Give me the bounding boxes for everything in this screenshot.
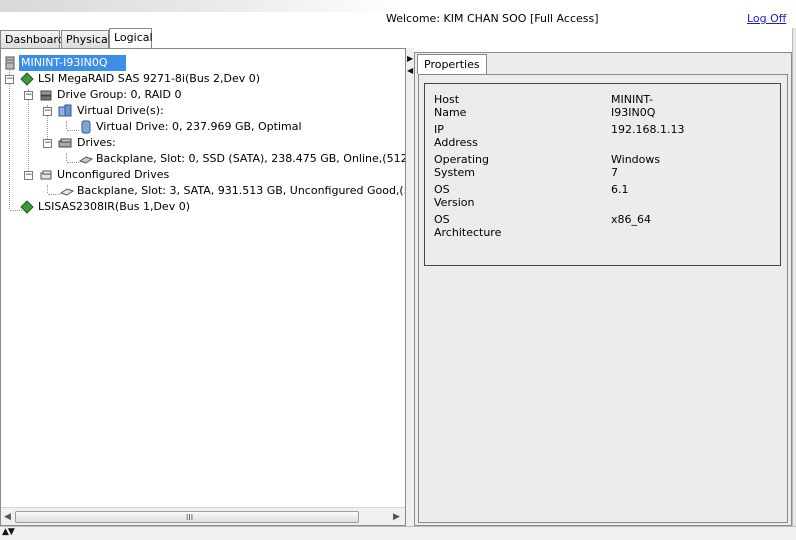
tree-connector [67,130,79,131]
panel-splitter[interactable]: ▶ ◀ [406,48,414,526]
window-edge [792,28,796,526]
collapse-toggle-icon[interactable]: − [43,107,52,116]
tree-horizontal-scrollbar[interactable]: ◀ III ▶ [1,507,405,525]
tree-node-label: LSI MegaRAID SAS 9271-8i(Bus 2,Dev 0) [38,72,261,85]
collapse-toggle-icon[interactable]: − [24,91,33,100]
collapse-toggle-icon[interactable]: − [5,75,14,84]
scrollbar-grip: III [186,513,194,522]
tree-node-label: Drives: [77,136,116,149]
bottom-bar: ▲▼ [0,526,796,540]
tab-properties[interactable]: Properties [417,54,487,74]
tree-connector [28,89,29,177]
drive-group-icon [40,90,52,101]
disk-icon [60,188,74,196]
disk-icon [79,156,93,164]
tab-dashboard[interactable]: Dashboard [0,30,65,48]
tree-connector [47,185,48,193]
tree-connector [9,65,10,209]
properties-frame: Host Name MININT-I93IN0Q IP Address 192.… [418,74,788,523]
tree-node-label: Backplane, Slot: 3, SATA, 931.513 GB, Un… [77,184,405,197]
expand-collapse-icon[interactable]: ▲▼ [2,527,15,537]
unconfigured-drives-icon [40,170,52,180]
drives-icon [58,138,72,148]
tree-connector [67,162,79,163]
collapse-toggle-icon[interactable]: − [43,139,52,148]
collapse-toggle-icon[interactable]: − [24,171,33,180]
virtual-drives-icon [58,104,72,117]
splitter-expand-right-icon[interactable]: ▶ [407,54,413,63]
property-value: MININT-I93IN0Q [611,93,656,119]
scrollbar-thumb[interactable]: III [15,511,359,523]
tree-node-label: Drive Group: 0, RAID 0 [57,88,182,101]
tree-connector [66,121,67,129]
property-value: 6.1 [611,183,629,196]
tree-node-label: MININT-I93IN0Q [19,55,126,71]
welcome-text: Welcome: KIM CHAN SOO [Full Access] [386,12,599,25]
scroll-left-icon[interactable]: ◀ [4,512,11,522]
logical-tree[interactable]: MININT-I93IN0Q − LSI MegaRAID SAS 9271-8… [1,51,405,506]
virtual-drive-icon [81,120,91,134]
property-value: x86_64 [611,213,652,226]
tab-logical[interactable]: Logical [109,28,153,48]
scroll-right-icon[interactable]: ▶ [393,512,400,522]
top-bar: Welcome: KIM CHAN SOO [Full Access] Log … [0,0,796,28]
controller-icon [20,200,34,214]
tree-node-label: Virtual Drive: 0, 237.969 GB, Optimal [96,120,302,133]
splitter-expand-left-icon[interactable]: ◀ [407,66,413,75]
property-key: Operating System [434,153,489,179]
property-key: OS Architecture [434,213,502,239]
property-key: IP Address [434,123,478,149]
logoff-link[interactable]: Log Off [747,12,786,25]
tree-node-label: Backplane, Slot: 0, SSD (SATA), 238.475 … [96,152,405,165]
tree-connector [48,194,60,195]
tree-connector [66,153,67,161]
tab-physical[interactable]: Physical [61,30,111,48]
controller-icon [20,72,34,86]
tree-node-label: LSISAS2308IR(Bus 1,Dev 0) [38,200,190,213]
tree-node-label: Virtual Drive(s): [77,104,164,117]
tree-node-label: Unconfigured Drives [57,168,170,181]
property-value: Windows 7 [611,153,661,179]
property-value: 192.168.1.13 [611,123,685,136]
properties-box: Host Name MININT-I93IN0Q IP Address 192.… [424,83,781,266]
properties-panel: Properties Host Name MININT-I93IN0Q IP A… [414,52,792,526]
tree-panel: MININT-I93IN0Q − LSI MegaRAID SAS 9271-8… [0,48,406,526]
server-icon [5,56,15,70]
property-key: Host Name [434,93,467,119]
property-key: OS Version [434,183,475,209]
header-gradient [0,0,400,12]
